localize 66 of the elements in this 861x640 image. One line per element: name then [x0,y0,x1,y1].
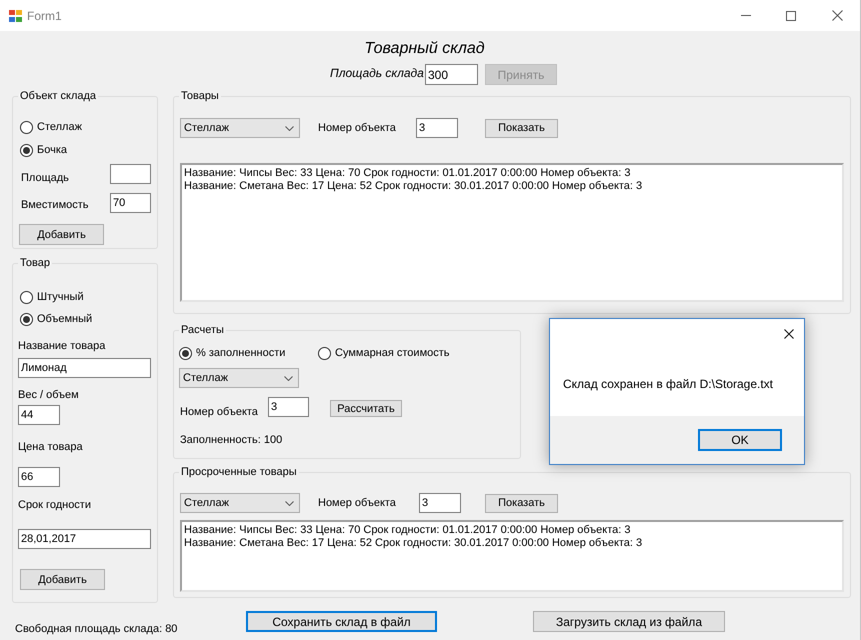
group-title: Объект склада [19,89,98,103]
list-item[interactable]: Название: Сметана Вес: 17 Цена: 52 Срок годности: 30.01.2017 0:00:00 Номер объекта: 3 [184,537,642,550]
field-label: Срок годности [18,498,91,512]
text-field[interactable]: 3 [419,493,461,513]
result-text: Заполненность: 100 [180,432,282,446]
text-field[interactable]: 66 [18,467,60,487]
radio-label[interactable]: Объемный [37,312,92,326]
radio-button[interactable] [20,290,33,304]
load-button[interactable]: Загрузить склад из файла [533,611,725,632]
list-item[interactable]: Название: Чипсы Вес: 33 Цена: 70 Срок годности: 01.01.2017 0:00:00 Номер объекта: 3 [184,524,630,537]
ok-button[interactable]: OK [698,429,782,451]
form-heading: Товарный склад [364,40,485,58]
close-icon[interactable] [784,329,794,339]
text-field[interactable]: 3 [416,118,458,138]
app-icon [9,10,22,22]
text-field[interactable]: 44 [18,405,60,425]
area-label: Площадь склада [330,66,424,80]
radio-button[interactable] [20,120,33,134]
show-button[interactable]: Показать [485,494,558,512]
list-box[interactable]: Название: Чипсы Вес: 33 Цена: 70 Срок годности: 01.01.2017 0:00:00 Номер объекта: 3 Название: Сметана Вес: 17 Цена: 52 Срок годности: 30.01.2017 0:00:00 Номер объекта: 3 [180,163,844,302]
add-button[interactable]: Добавить [19,224,104,245]
field-label: Номер объекта [180,406,258,418]
dropdown[interactable]: Стеллаж [179,368,299,388]
maximize-icon[interactable] [786,10,796,20]
field-label: Площадь [21,171,69,185]
chevron-down-icon [284,376,293,380]
list-item[interactable]: Название: Сметана Вес: 17 Цена: 52 Срок годности: 30.01.2017 0:00:00 Номер объекта: 3 [184,180,642,193]
radio-label[interactable]: Штучный [37,290,84,304]
free-area-text: Свободная площадь склада: 80 [15,623,178,635]
radio-button[interactable] [179,346,192,360]
group-title: Товары [180,89,220,103]
field-label: Вес / объем [18,388,79,402]
dropdown[interactable]: Стеллаж [180,493,300,513]
field-label: Цена товара [18,440,83,454]
add-button[interactable]: Добавить [20,569,105,590]
list-box[interactable]: Название: Чипсы Вес: 33 Цена: 70 Срок годности: 01.01.2017 0:00:00 Номер объекта: 3 Название: Сметана Вес: 17 Цена: 52 Срок годности: 30.01.2017 0:00:00 Номер объекта: 3 [180,520,844,592]
group-title: Расчеты [180,323,225,337]
field-label: Номер объекта [318,496,396,509]
radio-label[interactable]: % заполненности [196,346,286,360]
text-field[interactable]: 3 [268,397,309,417]
radio-button[interactable] [20,144,33,156]
dialog-message: Склад сохранен в файл D:\Storage.txt [563,377,774,391]
list-item[interactable]: Название: Чипсы Вес: 33 Цена: 70 Срок годности: 01.01.2017 0:00:00 Номер объекта: 3 [184,167,630,180]
dropdown[interactable]: Стеллаж [180,118,300,138]
text-field[interactable] [110,164,151,184]
window-title: Form1 [27,8,62,22]
radio-label[interactable]: Бочка [37,143,67,157]
text-field[interactable]: Лимонад [18,358,151,378]
field-label: Вместимость [21,198,89,212]
radio-button[interactable] [318,346,331,360]
chevron-down-icon [285,500,294,506]
save-button[interactable]: Сохранить склад в файл [246,611,437,632]
text-field[interactable]: 300 [425,64,478,85]
field-label: Название товара [18,339,106,353]
text-field[interactable]: 70 [110,193,151,213]
chevron-down-icon [285,126,294,130]
show-button[interactable]: Показать [485,118,558,138]
close-icon[interactable] [832,10,843,21]
text-field[interactable]: 28,01,2017 [18,529,151,549]
group-title: Просроченные товары [180,465,298,479]
group-title: Товар [19,256,51,270]
radio-label[interactable]: Стеллаж [37,120,82,134]
radio-button[interactable] [20,312,33,326]
calculate-button[interactable]: Рассчитать [330,400,402,417]
radio-label[interactable]: Суммарная стоимость [335,346,450,360]
field-label: Номер объекта [318,122,396,134]
